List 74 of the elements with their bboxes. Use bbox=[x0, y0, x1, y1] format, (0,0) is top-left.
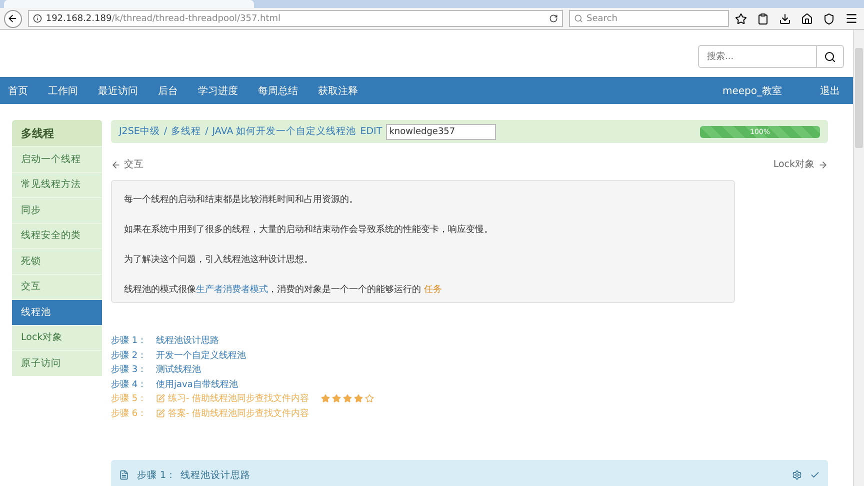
intro-paragraph: 如果在系统中用到了很多的线程，大量的启动和结束动作会导致系统的性能变卡，响应变慢。 bbox=[124, 224, 494, 236]
previous-link[interactable]: 交互 bbox=[111, 158, 144, 171]
document-icon bbox=[119, 470, 129, 480]
browser-search-field[interactable]: Search bbox=[568, 10, 729, 27]
user-link[interactable]: meepo_教室 bbox=[722, 84, 782, 98]
reload-icon[interactable] bbox=[548, 14, 558, 23]
sidebar-title: 多线程 bbox=[12, 120, 102, 146]
back-arrow-icon bbox=[7, 13, 18, 24]
star-icon[interactable] bbox=[735, 12, 747, 24]
nav-link[interactable]: 工作间 bbox=[48, 84, 78, 98]
sidebar-item[interactable]: 线程池 bbox=[12, 299, 102, 324]
edit-icon bbox=[156, 394, 165, 404]
sidebar-item[interactable]: 同步 bbox=[12, 197, 102, 222]
star-icon bbox=[354, 394, 364, 404]
step-label: 步骤 1 : bbox=[111, 334, 144, 348]
star-icon bbox=[365, 394, 374, 404]
breadcrumb-current: JAVA 如何开发一个自定义线程池 bbox=[212, 125, 356, 138]
search-button[interactable] bbox=[817, 45, 844, 68]
download-icon[interactable] bbox=[779, 12, 791, 24]
sidebar-item[interactable]: 死锁 bbox=[12, 248, 102, 274]
nav-link[interactable]: 每周总结 bbox=[258, 84, 298, 98]
home-icon[interactable] bbox=[801, 12, 813, 24]
next-link[interactable]: Lock对象 bbox=[773, 158, 828, 171]
shield-icon[interactable] bbox=[823, 12, 835, 24]
nav-link[interactable]: 最近访问 bbox=[98, 84, 138, 98]
search-icon bbox=[574, 14, 583, 23]
sidebar-item[interactable]: Lock对象 bbox=[12, 324, 102, 350]
step-title: 线程池设计思路 bbox=[180, 468, 250, 482]
star-icon bbox=[343, 394, 352, 404]
edit-icon bbox=[156, 408, 165, 418]
step-label: 步骤 2 : bbox=[111, 350, 144, 362]
sidebar-item[interactable]: 启动一个线程 bbox=[12, 146, 102, 172]
breadcrumb-separator: / bbox=[164, 126, 168, 137]
nav-link[interactable]: 首页 bbox=[8, 84, 28, 98]
step-label: 步骤 5 : bbox=[111, 392, 144, 406]
search-field[interactable]: 搜索... bbox=[698, 45, 817, 68]
back-button[interactable] bbox=[4, 10, 22, 28]
step-link[interactable]: 测试线程池 bbox=[156, 363, 201, 376]
step-label: 步骤 4 : bbox=[111, 378, 144, 391]
star-icon bbox=[332, 394, 342, 404]
logout-link[interactable]: 退出 bbox=[820, 84, 840, 98]
check-icon[interactable] bbox=[810, 470, 820, 480]
sidebar-item[interactable]: 交互 bbox=[12, 274, 102, 299]
nav-link[interactable]: 后台 bbox=[158, 84, 178, 98]
step-label: 步骤 6 : bbox=[111, 408, 144, 420]
right-arrow-icon bbox=[818, 160, 828, 170]
nav-link[interactable]: 获取注释 bbox=[318, 84, 358, 98]
breadcrumb-link[interactable]: J2SE中级 bbox=[119, 125, 160, 138]
intro-paragraph: 为了解决这个问题，引入线程池这种设计思想。 bbox=[124, 254, 314, 266]
knowledge-field[interactable]: knowledge357 bbox=[386, 124, 496, 140]
left-arrow-icon bbox=[111, 160, 121, 170]
edit-label: EDIT bbox=[360, 126, 382, 137]
star-icon bbox=[321, 394, 330, 404]
sidebar-item[interactable]: 常见线程方法 bbox=[12, 172, 102, 197]
pattern-link[interactable]: 生产者消费者模式 bbox=[196, 285, 268, 295]
address-bar[interactable]: 192.168.2.189/k/thread/thread-threadpool/357.html bbox=[28, 10, 563, 27]
intro-paragraph: 线程池的模式很像生产者消费者模式，消费的对象是一个一个的能够运行的 任务 bbox=[124, 284, 443, 296]
step-link[interactable]: 开发一个自定义线程池 bbox=[156, 348, 246, 362]
breadcrumb-link[interactable]: 多线程 bbox=[171, 125, 202, 138]
settings-icon[interactable] bbox=[792, 470, 802, 480]
step-label: 步骤 3 : bbox=[111, 364, 144, 376]
nav-link[interactable]: 学习进度 bbox=[198, 84, 238, 98]
step-link[interactable]: 线程池设计思路 bbox=[156, 334, 219, 348]
search-icon bbox=[824, 50, 836, 62]
intro-paragraph: 每一个线程的启动和结束都是比较消耗时间和占用资源的。 bbox=[124, 194, 359, 206]
clipboard-icon[interactable] bbox=[757, 12, 769, 24]
sidebar-item[interactable]: 原子访问 bbox=[12, 350, 102, 376]
url-text: 192.168.2.189/k/thread/thread-threadpool/357.html bbox=[46, 14, 281, 24]
info-icon bbox=[32, 14, 42, 23]
step-label: 步骤 1 : bbox=[137, 468, 172, 482]
sidebar-item[interactable]: 线程安全的类 bbox=[12, 222, 102, 248]
step-link[interactable]: 使用java自带线程池 bbox=[156, 378, 238, 391]
menu-icon[interactable] bbox=[845, 12, 858, 25]
breadcrumb-separator: / bbox=[205, 126, 208, 137]
